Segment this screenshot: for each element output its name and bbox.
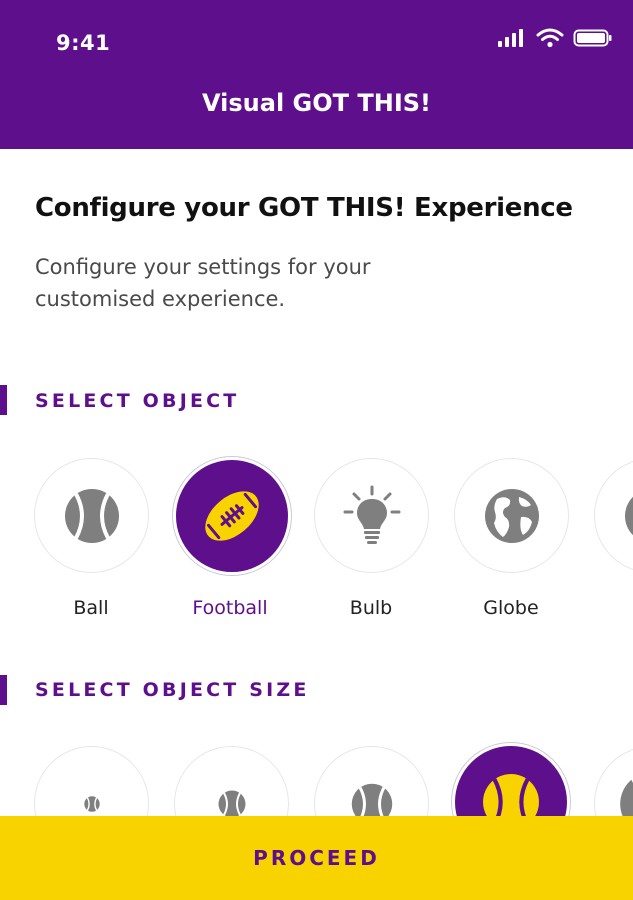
section-label-size: SELECT OBJECT SIZE — [35, 679, 310, 701]
partial-icon — [624, 495, 633, 536]
wifi-icon — [536, 28, 564, 48]
football-icon — [205, 491, 259, 541]
status-time: 9:41 — [56, 31, 111, 55]
object-option-football[interactable] — [173, 457, 291, 575]
bulb-icon — [343, 485, 400, 544]
object-label-football: Football — [192, 597, 268, 619]
page-title: Configure your GOT THIS! Experience — [35, 193, 573, 223]
app-title: Visual GOT THIS! — [202, 89, 431, 117]
page-subtitle: Configure your settings for your customi… — [35, 255, 371, 311]
section-accent-bar — [0, 385, 7, 415]
ball-icon — [218, 790, 245, 817]
status-icons — [497, 28, 613, 48]
object-label-globe: Globe — [483, 597, 539, 619]
signal-icon — [498, 29, 523, 47]
app-header: 9:41 Visual GOT THIS! — [0, 0, 633, 149]
globe-icon — [484, 488, 539, 543]
object-option-bulb[interactable] — [314, 458, 429, 573]
proceed-button[interactable]: PROCEED — [0, 816, 633, 900]
battery-icon — [573, 29, 612, 47]
object-option-ball[interactable] — [34, 458, 149, 573]
ball-icon — [83, 795, 100, 812]
object-label-bulb: Bulb — [349, 597, 393, 619]
object-option-partial[interactable] — [594, 458, 633, 573]
ball-icon — [64, 488, 119, 543]
section-label-object: SELECT OBJECT — [35, 390, 240, 412]
main-content[interactable]: Configure your GOT THIS! Experience Conf… — [0, 149, 633, 900]
object-label-ball: Ball — [73, 597, 109, 619]
object-label-partial: C — [586, 597, 633, 619]
object-option-globe[interactable] — [454, 458, 569, 573]
section-accent-bar — [0, 675, 7, 705]
